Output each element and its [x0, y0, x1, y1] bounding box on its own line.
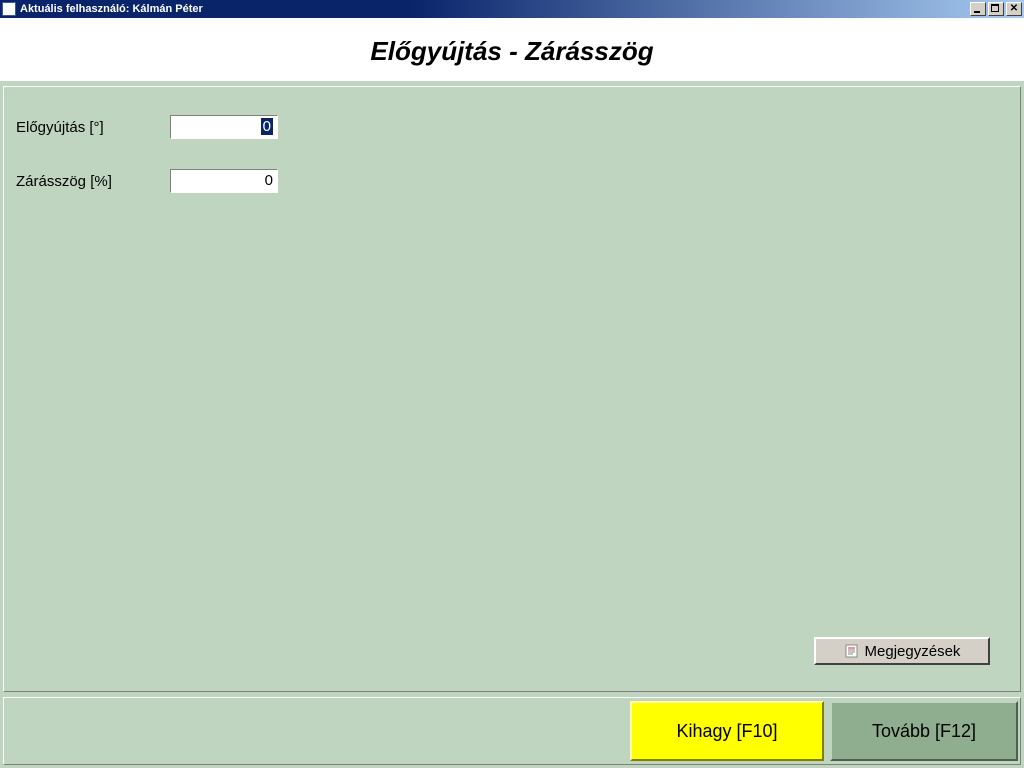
notes-icon [844, 643, 860, 659]
notes-button[interactable]: Megjegyzések [814, 637, 990, 665]
elogyujtas-value: 0 [261, 118, 273, 135]
zarasszog-label: Zárásszög [%] [16, 173, 170, 190]
footer-panel: Kihagy [F10] Tovább [F12] [3, 697, 1021, 765]
notes-button-label: Megjegyzések [865, 643, 961, 660]
next-button-label: Tovább [F12] [872, 721, 976, 742]
form-row-zarasszog: Zárásszög [%] 0 [16, 169, 1008, 193]
skip-button[interactable]: Kihagy [F10] [630, 701, 824, 761]
close-button[interactable]: ✕ [1006, 2, 1022, 16]
titlebar-left: Aktuális felhasználó: Kálmán Péter [2, 2, 203, 16]
content-panel: Előgyújtás [°] 0 Zárásszög [%] 0 Megjegy… [3, 86, 1021, 692]
zarasszog-input[interactable]: 0 [170, 169, 278, 193]
minimize-button[interactable] [970, 2, 986, 16]
titlebar: Aktuális felhasználó: Kálmán Péter ✕ [0, 0, 1024, 18]
app-icon [2, 2, 16, 16]
elogyujtas-label: Előgyújtás [°] [16, 119, 170, 136]
skip-button-label: Kihagy [F10] [676, 721, 777, 742]
form-row-elogyujtas: Előgyújtás [°] 0 [16, 115, 1008, 139]
next-button[interactable]: Tovább [F12] [830, 701, 1018, 761]
titlebar-controls: ✕ [968, 2, 1022, 16]
elogyujtas-input[interactable]: 0 [170, 115, 278, 139]
maximize-button[interactable] [988, 2, 1004, 16]
zarasszog-value: 0 [265, 172, 273, 189]
header-area: Előgyújtás - Zárásszög [0, 18, 1024, 81]
window-title: Aktuális felhasználó: Kálmán Péter [20, 3, 203, 15]
page-title: Előgyújtás - Zárásszög [0, 36, 1024, 67]
